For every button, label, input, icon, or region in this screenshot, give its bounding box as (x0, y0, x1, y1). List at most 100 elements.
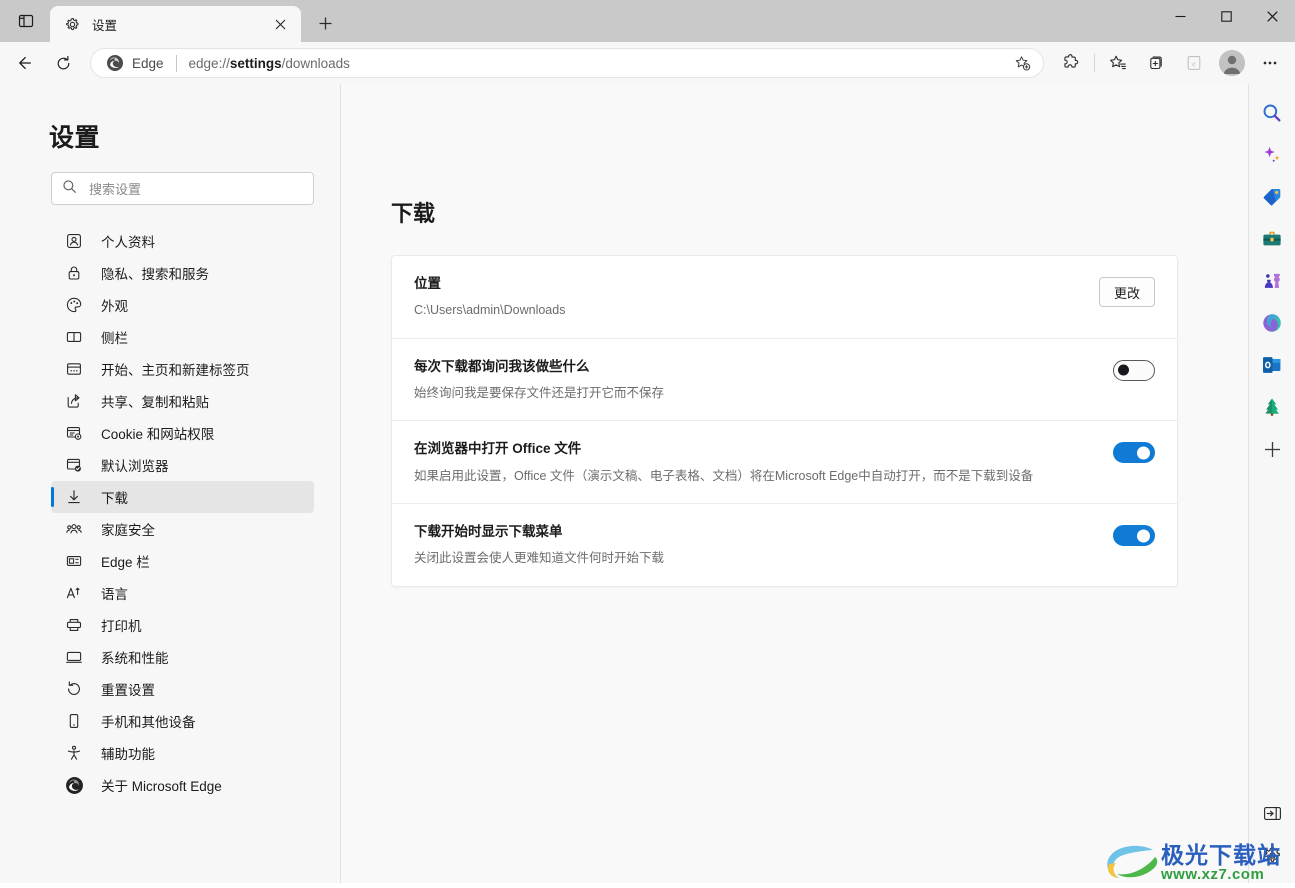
sidebar-item-label: 辅助功能 (101, 747, 155, 762)
row-subtitle: C:\Users\admin\Downloads (414, 303, 566, 318)
new-tab-button[interactable] (310, 8, 340, 38)
vertical-tabs-icon[interactable] (8, 3, 44, 39)
sidebar-item-share[interactable]: 共享、复制和粘贴 (51, 385, 314, 417)
system-icon (64, 647, 84, 667)
extensions-icon[interactable] (1054, 46, 1088, 80)
row-texts: 每次下载都询问我该做些什么 始终询问我是要保存文件还是打开它而不保存 (414, 358, 1095, 403)
printer-icon (64, 615, 84, 635)
refresh-icon[interactable] (46, 46, 80, 80)
sidebar-item-label: 家庭安全 (101, 523, 155, 538)
sidebar-item-profile[interactable]: 个人资料 (51, 225, 314, 257)
row-control (1113, 440, 1155, 464)
row-subtitle: 始终询问我是要保存文件还是打开它而不保存 (414, 385, 665, 400)
url-prefix: edge:// (188, 55, 230, 71)
sidebar-item-startpage[interactable]: 开始、主页和新建标签页 (51, 353, 314, 385)
back-arrow-icon[interactable] (8, 46, 42, 80)
lock-icon (64, 263, 84, 283)
microsoft365-icon[interactable] (1255, 306, 1289, 340)
tools-icon[interactable] (1255, 222, 1289, 256)
sidebar-item-label: 开始、主页和新建标签页 (101, 363, 250, 378)
minimize-button[interactable] (1157, 0, 1203, 32)
sidebar-item-sidebar[interactable]: 侧栏 (51, 321, 314, 353)
copilot-icon[interactable] (1255, 138, 1289, 172)
close-tab-icon[interactable] (269, 13, 291, 35)
sidebar-item-about[interactable]: 关于 Microsoft Edge (51, 769, 314, 801)
row-title: 下载开始时显示下载菜单 (414, 524, 563, 540)
games-icon[interactable] (1255, 264, 1289, 298)
open-office-files-toggle[interactable] (1113, 442, 1155, 464)
sidebar-item-label: 手机和其他设备 (101, 715, 196, 730)
sidebar-item-label: 打印机 (101, 619, 142, 634)
close-window-button[interactable] (1249, 0, 1295, 32)
sidebar-item-printers[interactable]: 打印机 (51, 609, 314, 641)
sidebar-item-label: 语言 (101, 587, 128, 602)
sidebar-item-privacy[interactable]: 隐私、搜索和服务 (51, 257, 314, 289)
change-location-button[interactable]: 更改 (1098, 277, 1155, 307)
gear-icon (64, 16, 81, 33)
browser-tab[interactable]: 设置 (50, 6, 301, 42)
sidebar-item-accessibility[interactable]: 辅助功能 (51, 737, 314, 769)
window-controls (1157, 0, 1295, 42)
add-favorite-icon[interactable] (1007, 50, 1037, 76)
title-bar: 设置 (0, 0, 1295, 42)
row-subtitle: 如果启用此设置，Office 文件（演示文稿、电子表格、文档）将在Microso… (414, 468, 1034, 483)
row-title: 位置 (414, 276, 441, 291)
more-options-icon[interactable] (1253, 46, 1287, 80)
settings-nav-list: 个人资料 隐私、搜索和服务 外观 侧栏 开始、主页和新建标签页 共享、复制和粘贴… (0, 225, 340, 821)
toggle-knob (1137, 446, 1150, 460)
collections-icon[interactable] (1139, 46, 1173, 80)
toggle-knob (1137, 529, 1150, 543)
sidebar-item-downloads[interactable]: 下载 (51, 481, 314, 513)
shopping-tag-icon[interactable] (1255, 180, 1289, 214)
profile-avatar[interactable] (1215, 46, 1249, 80)
downloads-settings-card: 位置 C:\Users\admin\Downloads 更改 每次下载都询问我该… (391, 255, 1178, 587)
sidebar-item-system[interactable]: 系统和性能 (51, 641, 314, 673)
sidebar-item-label: Edge 栏 (101, 555, 150, 570)
sidebar-item-label: 侧栏 (101, 331, 128, 346)
sidebar-item-label: 系统和性能 (101, 651, 169, 666)
ie-mode-icon[interactable]: e (1177, 46, 1211, 80)
omnibox-url[interactable]: edge://settings/downloads (189, 56, 1007, 71)
sidebar-item-phone[interactable]: 手机和其他设备 (51, 705, 314, 737)
address-bar[interactable]: Edge edge://settings/downloads (90, 48, 1044, 78)
phone-icon (64, 711, 84, 731)
family-icon (64, 519, 84, 539)
maximize-button[interactable] (1203, 0, 1249, 32)
row-control: 更改 (1098, 275, 1155, 307)
sidebar-item-languages[interactable]: 语言 (51, 577, 314, 609)
url-host: settings (229, 55, 282, 71)
add-icon[interactable] (1255, 432, 1289, 466)
search-placeholder: 搜索设置 (89, 182, 142, 197)
setting-row-ask-each-download: 每次下载都询问我该做些什么 始终询问我是要保存文件还是打开它而不保存 (392, 337, 1177, 421)
palette-icon (64, 295, 84, 315)
setting-row-show-downloads-menu: 下载开始时显示下载菜单 关闭此设置会使人更难知道文件何时开始下载 (392, 503, 1177, 586)
sidebar-settings-icon[interactable] (1255, 838, 1289, 872)
search-icon[interactable] (1255, 96, 1289, 130)
show-downloads-menu-toggle[interactable] (1113, 525, 1155, 547)
row-texts: 位置 C:\Users\admin\Downloads (414, 275, 1081, 320)
sidebar-item-label: Cookie 和网站权限 (101, 427, 215, 442)
drop-tree-icon[interactable] (1255, 390, 1289, 424)
edge-sidebar-bottom (1249, 796, 1295, 880)
browser-toolbar: Edge edge://settings/downloads e (0, 42, 1295, 84)
omnibox-brand-label: Edge (132, 55, 164, 71)
sidebar-icon (64, 327, 84, 347)
toolbar-divider (1094, 54, 1095, 72)
toggle-knob (1118, 364, 1129, 376)
cookie-icon (64, 423, 84, 443)
ask-each-download-toggle[interactable] (1113, 359, 1155, 381)
row-control (1113, 523, 1155, 547)
edge-browser-window: 设置 Edge edge://settings/downloads e 设置 搜… (0, 0, 1295, 888)
favorites-icon[interactable] (1101, 46, 1135, 80)
expand-panel-icon[interactable] (1255, 796, 1289, 830)
sidebar-item-edgebar[interactable]: Edge 栏 (51, 545, 314, 577)
sidebar-item-family[interactable]: 家庭安全 (51, 513, 314, 545)
sidebar-item-appearance[interactable]: 外观 (51, 289, 314, 321)
search-settings-input[interactable]: 搜索设置 (51, 172, 314, 205)
sidebar-item-label: 个人资料 (101, 235, 155, 250)
sidebar-item-cookies[interactable]: Cookie 和网站权限 (51, 417, 314, 449)
sidebar-item-label: 隐私、搜索和服务 (101, 267, 209, 282)
sidebar-item-reset[interactable]: 重置设置 (51, 673, 314, 705)
outlook-icon[interactable] (1255, 348, 1289, 382)
sidebar-item-default-browser[interactable]: 默认浏览器 (51, 449, 314, 481)
